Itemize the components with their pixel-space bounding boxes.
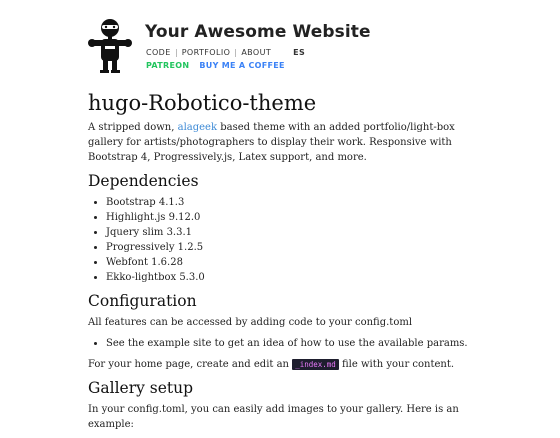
language-switch[interactable]: ES (293, 48, 305, 57)
list-item: Jquery slim 3.3.1 (106, 225, 468, 240)
list-item: Bootstrap 4.1.3 (106, 195, 468, 210)
nav-item-portfolio[interactable]: PORTFOLIO (182, 48, 231, 57)
dependencies-list: Bootstrap 4.1.3 Highlight.js 9.12.0 Jque… (88, 195, 468, 285)
list-item: Ekko-lightbox 5.3.0 (106, 270, 468, 285)
nav-item-code[interactable]: CODE (146, 48, 171, 57)
site-header: Your Awesome Website CODE PORTFOLIO ABOU… (88, 16, 548, 80)
nav-divider (175, 48, 177, 57)
nav-divider (235, 48, 237, 57)
dependencies-heading: Dependencies (88, 172, 199, 190)
site-title[interactable]: Your Awesome Website (145, 22, 371, 42)
gallery-setup-text: In your config.toml, you can easily add … (88, 404, 459, 430)
intro-paragraph: A stripped down, alageek based theme wit… (88, 122, 455, 163)
page-title: hugo-Robotico-theme (88, 91, 317, 115)
nav-item-about[interactable]: ABOUT (241, 48, 271, 57)
page: Your Awesome Website CODE PORTFOLIO ABOU… (0, 0, 560, 430)
article-content: hugo-Robotico-theme A stripped down, ala… (88, 90, 468, 438)
gallery-setup-heading: Gallery setup (88, 379, 194, 397)
patreon-link[interactable]: PATREON (146, 61, 189, 70)
alageek-link[interactable]: alageek (178, 122, 217, 133)
configuration-heading: Configuration (88, 292, 197, 310)
configuration-text: All features can be accessed by adding c… (88, 317, 413, 328)
support-links: PATREON BUY ME A COFFEE (146, 61, 285, 70)
list-item: Progressively 1.2.5 (106, 240, 468, 255)
robot-logo-icon[interactable] (88, 18, 132, 74)
index-md-code: _index.md (292, 359, 339, 370)
buy-me-a-coffee-link[interactable]: BUY ME A COFFEE (199, 61, 284, 70)
list-item: Highlight.js 9.12.0 (106, 210, 468, 225)
home-page-paragraph: For your home page, create and edit an _… (88, 359, 455, 370)
list-item: See the example site to get an idea of h… (106, 336, 468, 351)
main-nav: CODE PORTFOLIO ABOUT ES (146, 48, 305, 57)
configuration-list: See the example site to get an idea of h… (88, 336, 468, 351)
list-item: Webfont 1.6.28 (106, 255, 468, 270)
